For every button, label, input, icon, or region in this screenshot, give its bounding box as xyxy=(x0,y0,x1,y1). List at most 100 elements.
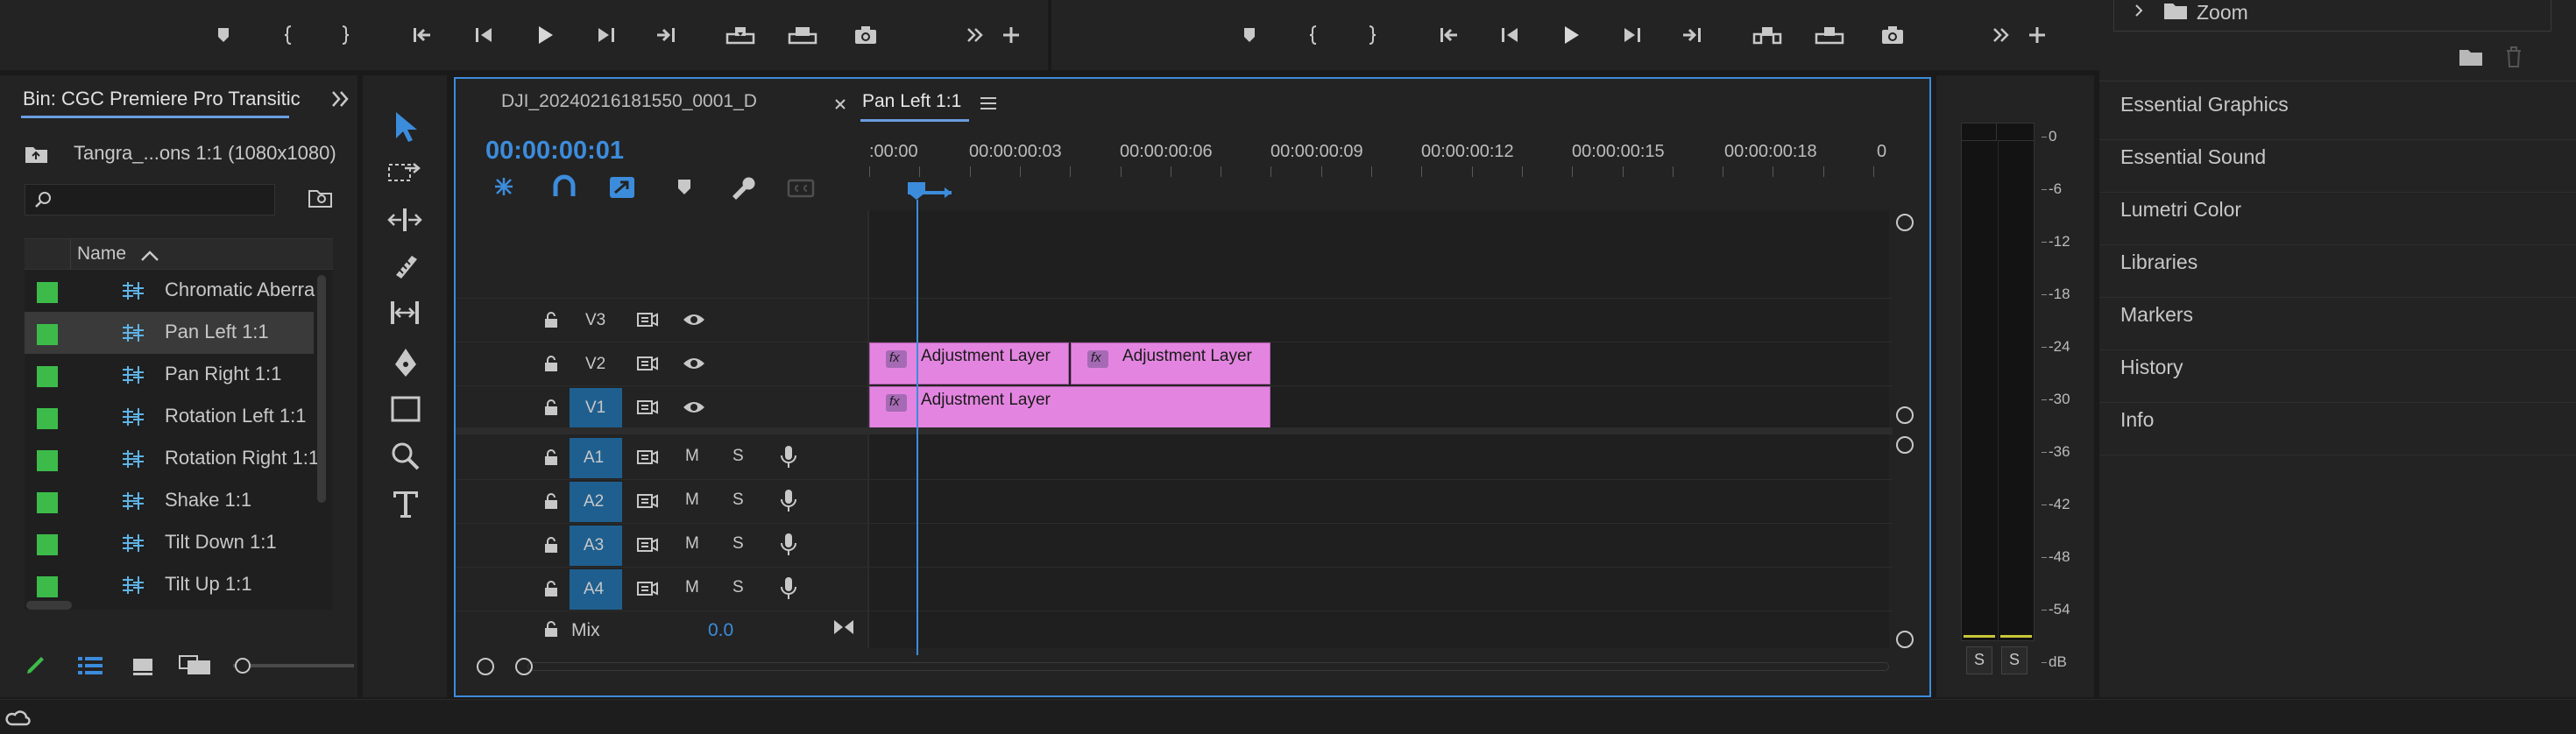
panel-essential-sound[interactable]: Essential Sound xyxy=(2099,140,2576,193)
more-controls-button[interactable] xyxy=(958,18,993,53)
list-item[interactable]: Chromatic Aberra xyxy=(25,270,315,312)
pen-tool-icon[interactable] xyxy=(391,347,421,378)
list-item[interactable]: Tilt Up 1:1 xyxy=(25,564,314,606)
more-controls-button[interactable] xyxy=(1984,18,2019,53)
audio-scroll-top-handle[interactable] xyxy=(1896,436,1914,454)
tab-sequence-pan-left[interactable]: Pan Left 1:1 xyxy=(862,91,961,112)
captions-icon[interactable] xyxy=(787,179,815,198)
lock-icon[interactable] xyxy=(543,448,559,466)
track-target-button[interactable]: A3 xyxy=(570,526,622,566)
tab-sequence-dji[interactable]: DJI_20240216181550_0001_D xyxy=(501,91,757,112)
clip-v1-adjustment-layer[interactable]: fx Adjustment Layer xyxy=(869,386,1270,428)
playhead-handle[interactable] xyxy=(906,180,927,201)
playhead-line[interactable] xyxy=(916,200,918,655)
audio-scroll-bottom-handle[interactable] xyxy=(1896,631,1914,648)
label-color-swatch[interactable] xyxy=(37,408,58,429)
sync-lock-icon[interactable] xyxy=(636,536,659,554)
solo-button[interactable]: S xyxy=(732,491,744,510)
eye-icon[interactable] xyxy=(682,311,706,328)
eye-icon[interactable] xyxy=(682,355,706,372)
label-color-swatch[interactable] xyxy=(37,576,58,597)
zoom-slider-handle[interactable] xyxy=(235,658,251,674)
peak-indicator-right[interactable] xyxy=(1998,124,2034,141)
bin-horizontal-scrollbar[interactable] xyxy=(26,601,72,610)
new-bin-icon[interactable] xyxy=(2459,47,2483,67)
solo-right-button[interactable]: S xyxy=(2001,646,2028,674)
insert-button[interactable] xyxy=(723,18,758,53)
marker-icon[interactable] xyxy=(676,179,692,196)
solo-button[interactable]: S xyxy=(732,578,744,597)
video-scroll-bottom-handle[interactable] xyxy=(1896,406,1914,424)
fx-badge[interactable]: fx xyxy=(886,394,907,412)
zoom-slider[interactable] xyxy=(233,664,354,667)
panel-essential-graphics[interactable]: Essential Graphics xyxy=(2099,88,2576,140)
zoom-effect-folder[interactable]: Zoom xyxy=(2113,0,2551,32)
timeline-horizontal-scrollbar[interactable] xyxy=(477,657,1889,676)
scroll-left-handle[interactable] xyxy=(477,658,494,675)
mix-value[interactable]: 0.0 xyxy=(708,620,733,641)
razor-tool-icon[interactable] xyxy=(391,251,421,280)
mix-expand-icon[interactable] xyxy=(832,618,855,636)
slip-tool-icon[interactable] xyxy=(386,300,424,326)
playhead-timecode[interactable]: 00:00:00:01 xyxy=(485,137,624,166)
go-to-in-button[interactable] xyxy=(405,18,440,53)
list-item[interactable]: Shake 1:1 xyxy=(25,480,314,522)
lock-icon[interactable] xyxy=(543,580,559,597)
play-button[interactable] xyxy=(527,18,563,53)
sort-ascending-icon[interactable] xyxy=(140,250,159,262)
mark-in-button[interactable] xyxy=(1297,18,1332,53)
microphone-icon[interactable] xyxy=(780,533,797,557)
go-to-in-button[interactable] xyxy=(1432,18,1467,53)
icon-view-icon[interactable] xyxy=(131,657,154,676)
selection-tool-icon[interactable] xyxy=(393,110,419,142)
track-target-button[interactable]: V3 xyxy=(570,300,622,341)
step-forward-button[interactable] xyxy=(589,18,624,53)
export-frame-button[interactable] xyxy=(1875,18,1910,53)
lock-icon[interactable] xyxy=(543,311,559,328)
video-audio-divider[interactable] xyxy=(456,427,1893,434)
button-editor[interactable] xyxy=(994,18,1029,53)
list-item[interactable]: Pan Right 1:1 xyxy=(25,354,314,396)
list-item[interactable]: Tilt Down 1:1 xyxy=(25,522,314,564)
microphone-icon[interactable] xyxy=(780,489,797,513)
microphone-icon[interactable] xyxy=(780,445,797,469)
list-view-icon[interactable] xyxy=(77,655,103,676)
double-chevron-icon[interactable] xyxy=(331,91,350,107)
time-ruler[interactable]: :00:00 00:00:00:03 00:00:00:06 00:00:00:09 0… xyxy=(869,128,1894,182)
sync-lock-icon[interactable] xyxy=(636,492,659,510)
go-to-out-button[interactable] xyxy=(648,18,683,53)
fx-badge[interactable]: fx xyxy=(886,350,907,368)
track-target-button[interactable]: A4 xyxy=(570,569,622,610)
lock-icon[interactable] xyxy=(543,492,559,510)
step-back-button[interactable] xyxy=(466,18,501,53)
lock-icon[interactable] xyxy=(543,355,559,372)
sync-lock-icon[interactable] xyxy=(636,399,659,416)
panel-markers[interactable]: Markers xyxy=(2099,298,2576,350)
track-target-button[interactable]: A1 xyxy=(570,438,622,478)
fx-badge[interactable]: fx xyxy=(1087,350,1108,368)
panel-lumetri-color[interactable]: Lumetri Color xyxy=(2099,193,2576,245)
step-back-button[interactable] xyxy=(1492,18,1527,53)
track-select-tool-icon[interactable] xyxy=(387,161,422,187)
lock-icon[interactable] xyxy=(543,620,559,638)
bin-tab-title[interactable]: Bin: CGC Premiere Pro Transitic xyxy=(23,88,301,110)
find-icon[interactable] xyxy=(308,187,333,208)
microphone-icon[interactable] xyxy=(780,576,797,601)
export-frame-button[interactable] xyxy=(848,18,883,53)
track-target-button[interactable]: A2 xyxy=(570,482,622,522)
label-color-swatch[interactable] xyxy=(37,534,58,555)
column-name-header[interactable]: Name xyxy=(77,243,126,265)
sync-lock-icon[interactable] xyxy=(636,448,659,466)
nest-icon[interactable] xyxy=(491,175,517,198)
sync-lock-icon[interactable] xyxy=(636,311,659,328)
go-to-out-button[interactable] xyxy=(1674,18,1709,53)
solo-button[interactable]: S xyxy=(732,534,744,554)
snap-icon[interactable] xyxy=(552,174,577,200)
video-scroll-top-handle[interactable] xyxy=(1896,214,1914,231)
scroll-right-handle[interactable] xyxy=(515,658,533,675)
sync-lock-icon[interactable] xyxy=(636,355,659,372)
sync-lock-icon[interactable] xyxy=(636,580,659,597)
peak-indicator-left[interactable] xyxy=(1962,124,1997,141)
track-target-button[interactable]: V2 xyxy=(570,344,622,385)
label-color-swatch[interactable] xyxy=(37,492,58,513)
